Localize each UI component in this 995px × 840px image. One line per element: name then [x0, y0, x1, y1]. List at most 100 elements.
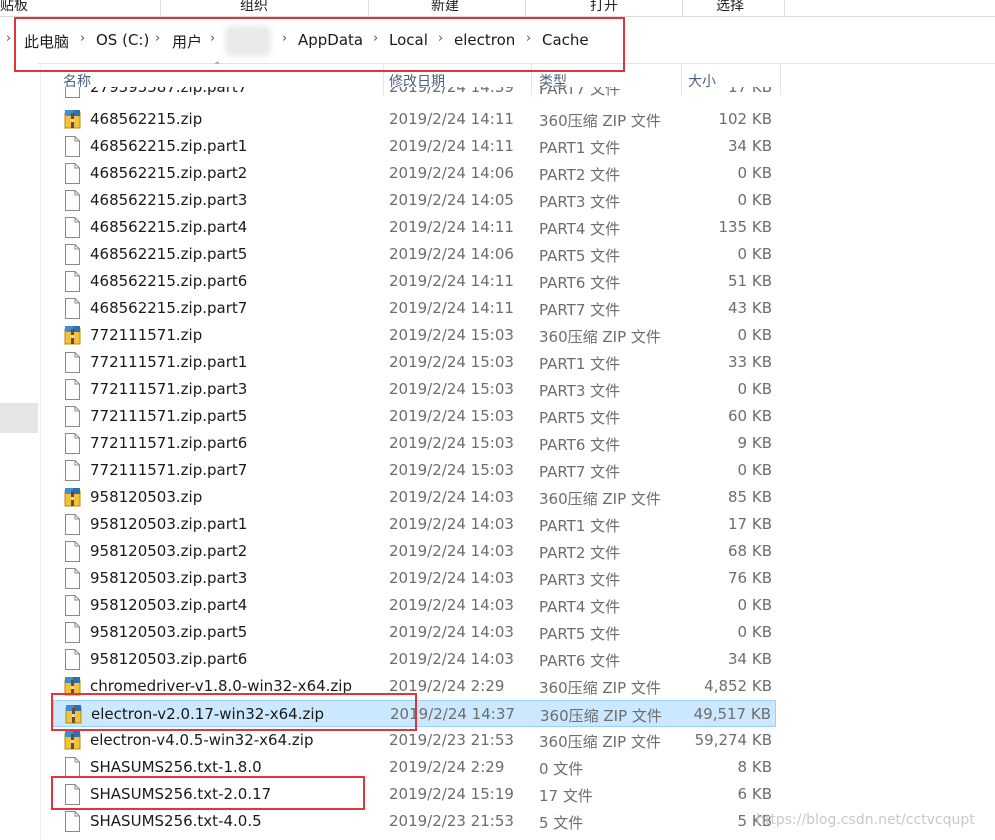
- file-type: PART4 文件: [539, 220, 621, 238]
- file-modified-date: 2019/2/24 14:03: [389, 488, 514, 506]
- file-row[interactable]: 468562215.zip.part6 2019/2/24 14:11 PART6 …: [53, 268, 776, 295]
- file-type: 360压缩 ZIP 文件: [539, 112, 661, 130]
- file-size: 8 KB: [737, 758, 772, 776]
- file-row[interactable]: 279595587.zip.part7 2019/2/24 14:39 PART7 …: [53, 87, 776, 103]
- ribbon-divider: [525, 0, 526, 16]
- file-row[interactable]: 772111571.zip.part3 2019/2/24 15:03 PART3 …: [53, 376, 776, 403]
- ribbon-divider: [368, 0, 369, 16]
- file-name: 958120503.zip.part6: [90, 650, 248, 668]
- file-type: PART3 文件: [539, 571, 621, 589]
- file-icon: [64, 217, 81, 238]
- file-row[interactable]: 468562215.zip.part7 2019/2/24 14:11 PART7 …: [53, 295, 776, 322]
- file-row[interactable]: 468562215.zip 2019/2/24 14:11 360压缩 ZIP 文件…: [53, 106, 776, 133]
- file-row[interactable]: 958120503.zip.part4 2019/2/24 14:03 PART4 …: [53, 592, 776, 619]
- file-modified-date: 2019/2/24 14:03: [389, 596, 514, 614]
- column-divider[interactable]: [780, 63, 781, 95]
- file-size: 0 KB: [737, 461, 772, 479]
- file-row[interactable]: 958120503.zip.part2 2019/2/24 14:03 PART2 …: [53, 538, 776, 565]
- file-type: PART2 文件: [539, 166, 621, 184]
- ribbon-divider: [160, 0, 161, 16]
- file-size: 0 KB: [737, 623, 772, 641]
- file-row[interactable]: 958120503.zip.part1 2019/2/24 14:03 PART1 …: [53, 511, 776, 538]
- ribbon-group-clipboard[interactable]: 剪贴板: [0, 0, 28, 15]
- zip-archive-icon: [64, 730, 81, 751]
- file-modified-date: 2019/2/24 15:03: [389, 380, 514, 398]
- file-modified-date: 2019/2/24 14:11: [389, 137, 514, 155]
- file-size: 135 KB: [718, 218, 772, 236]
- file-modified-date: 2019/2/24 14:11: [389, 110, 514, 128]
- file-icon: [64, 568, 81, 589]
- file-size: 9 KB: [737, 434, 772, 452]
- ribbon-group-select[interactable]: 选择: [716, 0, 744, 15]
- file-icon: [64, 622, 81, 643]
- file-icon: [64, 136, 81, 157]
- file-type: PART7 文件: [539, 463, 621, 481]
- file-size: 43 KB: [728, 299, 772, 317]
- file-modified-date: 2019/2/24 14:11: [389, 299, 514, 317]
- file-name: SHASUMS256.txt-4.0.5: [90, 812, 262, 830]
- file-row[interactable]: 772111571.zip.part5 2019/2/24 15:03 PART5 …: [53, 403, 776, 430]
- file-type: PART5 文件: [539, 409, 621, 427]
- chevron-right-icon[interactable]: ›: [6, 31, 11, 46]
- file-icon: [64, 298, 81, 319]
- file-name: 958120503.zip.part5: [90, 623, 248, 641]
- file-type: PART3 文件: [539, 382, 621, 400]
- file-icon: [64, 649, 81, 670]
- file-icon: [64, 811, 81, 832]
- file-type: PART6 文件: [539, 652, 621, 670]
- file-size: 0 KB: [737, 596, 772, 614]
- pane-divider[interactable]: [40, 63, 41, 840]
- file-row[interactable]: 772111571.zip 2019/2/24 15:03 360压缩 ZIP 文件…: [53, 322, 776, 349]
- ribbon-group-organize[interactable]: 组织: [240, 0, 268, 15]
- file-row[interactable]: 958120503.zip.part3 2019/2/24 14:03 PART3 …: [53, 565, 776, 592]
- file-row[interactable]: 772111571.zip.part6 2019/2/24 15:03 PART6 …: [53, 430, 776, 457]
- file-row[interactable]: 958120503.zip.part5 2019/2/24 14:03 PART5 …: [53, 619, 776, 646]
- file-modified-date: 2019/2/24 15:03: [389, 434, 514, 452]
- ribbon-group-open[interactable]: 打开: [590, 0, 618, 15]
- file-row[interactable]: 772111571.zip.part7 2019/2/24 15:03 PART7 …: [53, 457, 776, 484]
- file-size: 102 KB: [718, 110, 772, 128]
- file-name: 958120503.zip.part2: [90, 542, 248, 560]
- file-row[interactable]: 958120503.zip 2019/2/24 14:03 360压缩 ZIP 文件…: [53, 484, 776, 511]
- highlight-box-shasums: [51, 776, 365, 810]
- file-row[interactable]: 468562215.zip.part4 2019/2/24 14:11 PART4 …: [53, 214, 776, 241]
- file-row[interactable]: 958120503.zip.part6 2019/2/24 14:03 PART6 …: [53, 646, 776, 673]
- file-name: 772111571.zip: [90, 326, 203, 344]
- file-type: 360压缩 ZIP 文件: [539, 490, 661, 508]
- file-row[interactable]: SHASUMS256.txt-4.0.5 2019/2/23 21:53 5 文件 5…: [53, 808, 776, 835]
- file-row[interactable]: 468562215.zip.part5 2019/2/24 14:06 PART5 …: [53, 241, 776, 268]
- zip-archive-icon: [64, 109, 81, 130]
- file-size: 17 KB: [728, 87, 772, 96]
- file-icon: [64, 379, 81, 400]
- highlight-box-address: [14, 17, 625, 72]
- file-row[interactable]: 772111571.zip.part1 2019/2/24 15:03 PART1 …: [53, 349, 776, 376]
- file-row[interactable]: electron-v4.0.5-win32-x64.zip 2019/2/23 2…: [53, 727, 776, 754]
- file-type: PART2 文件: [539, 544, 621, 562]
- file-type: 360压缩 ZIP 文件: [540, 707, 662, 725]
- file-row[interactable]: 468562215.zip.part2 2019/2/24 14:06 PART2 …: [53, 160, 776, 187]
- file-icon: [64, 595, 81, 616]
- file-name: 279595587.zip.part7: [90, 87, 248, 96]
- file-modified-date: 2019/2/24 14:11: [389, 218, 514, 236]
- file-type: PART6 文件: [539, 274, 621, 292]
- file-type: PART1 文件: [539, 517, 621, 535]
- file-name: 958120503.zip.part1: [90, 515, 248, 533]
- file-icon: [64, 406, 81, 427]
- file-modified-date: 2019/2/23 21:53: [389, 731, 514, 749]
- file-modified-date: 2019/2/24 2:29: [389, 758, 505, 776]
- file-name: SHASUMS256.txt-1.8.0: [90, 758, 262, 776]
- file-icon: [64, 271, 81, 292]
- file-modified-date: 2019/2/24 14:03: [389, 623, 514, 641]
- file-row[interactable]: 468562215.zip.part1 2019/2/24 14:11 PART1 …: [53, 133, 776, 160]
- navigation-pane[interactable]: [0, 63, 38, 840]
- file-size: 0 KB: [737, 326, 772, 344]
- ribbon-group-new[interactable]: 新建: [431, 0, 459, 15]
- file-size: 6 KB: [737, 785, 772, 803]
- navigation-selected-item[interactable]: [0, 403, 38, 433]
- file-modified-date: 2019/2/24 14:05: [389, 191, 514, 209]
- file-type: 0 文件: [539, 760, 584, 778]
- file-row[interactable]: 468562215.zip.part3 2019/2/24 14:05 PART3 …: [53, 187, 776, 214]
- file-type: PART4 文件: [539, 598, 621, 616]
- file-icon: [64, 541, 81, 562]
- zip-archive-icon: [64, 487, 81, 508]
